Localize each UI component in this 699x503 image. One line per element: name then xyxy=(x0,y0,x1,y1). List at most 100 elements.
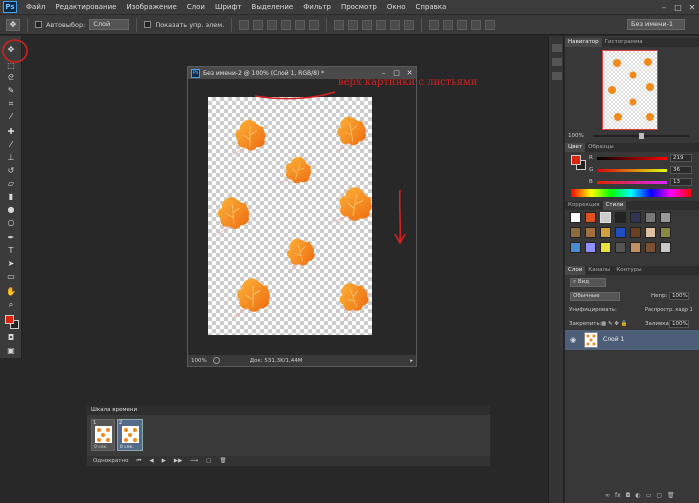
doc-minimize-button[interactable]: – xyxy=(377,69,390,77)
autoselect-dropdown[interactable]: Слой xyxy=(89,19,130,30)
lock-icons[interactable]: ▦ ✎ ✥ 🔒 xyxy=(601,321,628,327)
color-spectrum-ramp[interactable] xyxy=(571,189,691,197)
3d-scale-icon[interactable] xyxy=(485,19,496,30)
tween-button[interactable]: ⟿ xyxy=(190,458,198,464)
style-swatch[interactable] xyxy=(570,212,581,223)
navigator-thumbnail[interactable] xyxy=(602,50,658,130)
style-swatch[interactable] xyxy=(600,227,611,238)
opacity-value[interactable]: 100% xyxy=(669,292,689,300)
doc-close-button[interactable]: ✕ xyxy=(403,69,416,77)
link-layers-icon[interactable]: ∞ xyxy=(605,492,610,502)
show-controls-checkbox[interactable] xyxy=(144,21,152,28)
distribute-bottom-icon[interactable] xyxy=(362,19,373,30)
distribute-top-icon[interactable] xyxy=(334,19,345,30)
align-left-icon[interactable] xyxy=(281,19,292,30)
new-layer-icon[interactable]: ▢ xyxy=(656,492,662,502)
style-swatch[interactable] xyxy=(660,212,671,223)
type-tool-icon[interactable]: T xyxy=(4,245,18,257)
loop-dropdown[interactable]: Однократно xyxy=(93,458,128,464)
eraser-tool-icon[interactable]: ▱ xyxy=(4,178,18,190)
style-swatch[interactable] xyxy=(615,242,626,253)
align-bottom-icon[interactable] xyxy=(267,19,278,30)
channel-g-slider[interactable] xyxy=(597,169,667,172)
menu-edit[interactable]: Редактирование xyxy=(50,3,121,11)
channel-b-slider[interactable] xyxy=(597,181,667,184)
move-tool-icon[interactable]: ✥ xyxy=(6,18,20,31)
lasso-tool-icon[interactable]: ᘓ xyxy=(4,72,18,84)
navigator-zoom[interactable]: 100% xyxy=(568,133,584,139)
layer-row[interactable]: ◉ Слой 1 xyxy=(565,330,699,350)
frame-delay[interactable]: 0 сек. xyxy=(120,445,134,450)
layer-name[interactable]: Слой 1 xyxy=(603,336,624,343)
doc-maximize-button[interactable]: □ xyxy=(390,69,403,77)
style-swatch[interactable] xyxy=(645,212,656,223)
style-swatch[interactable] xyxy=(600,212,611,223)
tab-histogram[interactable]: Гистограмма xyxy=(602,38,646,47)
menu-view[interactable]: Просмотр xyxy=(336,3,382,11)
dodge-tool-icon[interactable]: ○ xyxy=(4,217,18,229)
distribute-vcenter-icon[interactable] xyxy=(348,19,359,30)
menu-filter[interactable]: Фильтр xyxy=(298,3,336,11)
menu-type[interactable]: Шрифт xyxy=(210,3,247,11)
style-swatch[interactable] xyxy=(645,227,656,238)
align-hcenter-icon[interactable] xyxy=(295,19,306,30)
add-mask-icon[interactable]: ◘ xyxy=(626,492,631,502)
tab-channels[interactable]: Каналы xyxy=(585,266,613,275)
style-swatch[interactable] xyxy=(570,242,581,253)
distribute-hcenter-icon[interactable] xyxy=(390,19,401,30)
document-canvas[interactable] xyxy=(208,97,376,335)
frame-delay[interactable]: 0 сек. xyxy=(94,445,108,450)
pen-tool-icon[interactable]: ✒ xyxy=(4,232,18,244)
foreground-color-swatch[interactable] xyxy=(5,315,14,324)
slider-handle[interactable] xyxy=(639,133,644,139)
menu-file[interactable]: Файл xyxy=(21,3,50,11)
new-group-icon[interactable]: ▭ xyxy=(646,492,652,502)
style-swatch[interactable] xyxy=(615,227,626,238)
path-select-tool-icon[interactable]: ➤ xyxy=(4,258,18,270)
delete-layer-icon[interactable]: 🗑 xyxy=(667,492,675,502)
channel-r-value[interactable]: 219 xyxy=(670,154,692,162)
timeline-frame[interactable]: 1 0 сек. xyxy=(91,419,115,451)
style-swatch[interactable] xyxy=(660,227,671,238)
propagate-frame-label[interactable]: Распростр. кадр 1 xyxy=(645,307,693,313)
tab-styles[interactable]: Стили xyxy=(602,201,627,210)
style-swatch[interactable] xyxy=(660,242,671,253)
layer-visibility-eye-icon[interactable]: ◉ xyxy=(570,336,576,344)
status-arrow-icon[interactable]: ▸ xyxy=(410,358,413,364)
tab-swatches[interactable]: Образцы xyxy=(585,143,617,152)
first-frame-button[interactable]: ⏮ xyxy=(136,458,141,465)
shape-tool-icon[interactable]: ▭ xyxy=(4,271,18,283)
align-vcenter-icon[interactable] xyxy=(253,19,264,30)
style-swatch[interactable] xyxy=(600,242,611,253)
style-swatch[interactable] xyxy=(645,242,656,253)
blur-tool-icon[interactable]: ● xyxy=(4,204,18,216)
color-foreground-swatch[interactable] xyxy=(571,155,581,165)
3d-rotate-icon[interactable] xyxy=(429,19,440,30)
distribute-right-icon[interactable] xyxy=(404,19,415,30)
timeline-title[interactable]: Шкала времени xyxy=(91,407,137,413)
history-brush-tool-icon[interactable]: ↺ xyxy=(4,165,18,177)
screen-mode-icon[interactable]: ▣ xyxy=(4,345,18,357)
menu-select[interactable]: Выделение xyxy=(247,3,299,11)
style-swatch[interactable] xyxy=(570,227,581,238)
zoom-level[interactable]: 100% xyxy=(191,358,207,364)
tab-paths[interactable]: Контуры xyxy=(613,266,644,275)
style-swatch[interactable] xyxy=(585,212,596,223)
brush-tool-icon[interactable]: ⁄ xyxy=(4,139,18,151)
gradient-tool-icon[interactable]: ▮ xyxy=(4,191,18,203)
document-size[interactable]: Док: 531,3K/1,44M xyxy=(250,358,303,364)
tab-navigator[interactable]: Навигатор xyxy=(565,38,602,47)
channel-b-value[interactable]: 13 xyxy=(670,178,692,186)
quick-select-tool-icon[interactable]: ✎ xyxy=(4,85,18,97)
3d-pan-icon[interactable] xyxy=(457,19,468,30)
menu-help[interactable]: Справка xyxy=(410,3,451,11)
delete-frame-button[interactable]: 🗑 xyxy=(219,458,226,464)
quick-mask-icon[interactable]: ◘ xyxy=(4,332,18,344)
play-button[interactable]: ▶ xyxy=(162,458,166,464)
maximize-button[interactable]: □ xyxy=(671,3,685,12)
3d-roll-icon[interactable] xyxy=(443,19,454,30)
history-panel-icon[interactable] xyxy=(552,44,562,52)
align-right-icon[interactable] xyxy=(309,19,320,30)
prev-frame-button[interactable]: ◀ xyxy=(149,458,153,464)
eyedropper-tool-icon[interactable]: ⁄ xyxy=(4,111,18,123)
